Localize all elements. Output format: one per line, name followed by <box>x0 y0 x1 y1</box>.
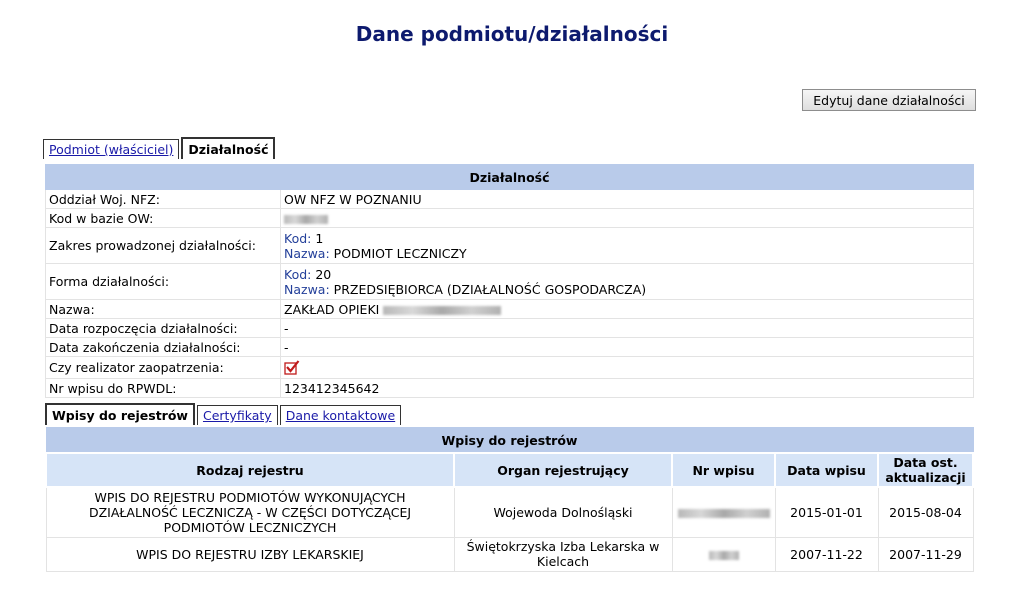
row-rodzaj: WPIS DO REJESTRU IZBY LEKARSKIEJ <box>45 536 455 572</box>
rpwdl-value: 123412345642 <box>280 378 974 398</box>
oddzial-label: Oddział Woj. NFZ: <box>45 189 281 209</box>
checkbox-checked-icon <box>284 360 300 375</box>
row-nr-wpisu <box>671 486 776 538</box>
kod-ow-value <box>280 208 974 228</box>
row-data-wpisu: 2007-11-22 <box>774 536 879 572</box>
data-rozpoczecia-value: - <box>280 318 974 338</box>
activity-table: Działalność Oddział Woj. NFZ: OW NFZ W P… <box>45 164 974 398</box>
row-rodzaj: WPIS DO REJESTRU PODMIOTÓW WYKONUJĄCYCH … <box>45 486 455 538</box>
redacted-nr-wpisu <box>677 508 770 518</box>
row-organ: Wojewoda Dolnośląski <box>453 486 673 538</box>
activity-table-header: Działalność <box>45 164 974 190</box>
zakres-nazwa-value: PODMIOT LECZNICZY <box>333 245 467 261</box>
forma-kod-key: Kod: <box>284 266 312 282</box>
tab-dane-kontaktowe-link[interactable]: Dane kontaktowe <box>286 408 396 423</box>
zakres-nazwa-key: Nazwa: <box>284 245 330 261</box>
registers-table-header: Wpisy do rejestrów <box>45 427 974 454</box>
row-data-aktualizacji: 2007-11-29 <box>877 536 974 572</box>
tab-certyfikaty-link[interactable]: Certyfikaty <box>203 408 272 423</box>
oddzial-value: OW NFZ W POZNANIU <box>280 189 974 209</box>
forma-nazwa-key: Nazwa: <box>284 281 330 297</box>
table-row: WPIS DO REJESTRU IZBY LEKARSKIEJ Świętok… <box>45 536 974 572</box>
row-data-wpisu: 2015-01-01 <box>774 486 879 538</box>
tab-dzialalnosc[interactable]: Działalność <box>181 137 276 159</box>
forma-value: Kod: 20 Nazwa: PRZEDSIĘBIORCA (DZIAŁALNO… <box>280 263 974 300</box>
row-organ: Świętokrzyska Izba Lekarska w Kielcach <box>453 536 673 572</box>
table-row: WPIS DO REJESTRU PODMIOTÓW WYKONUJĄCYCH … <box>45 486 974 538</box>
tab-podmiot[interactable]: Podmiot (właściciel) <box>43 139 180 159</box>
kod-ow-label: Kod w bazie OW: <box>45 208 281 228</box>
redacted-nr-wpisu <box>708 550 739 560</box>
entity-tabs: Podmiot (właściciel) Działalność <box>43 137 277 159</box>
data-rozpoczecia-label: Data rozpoczęcia działalności: <box>45 318 281 338</box>
edit-activity-button[interactable]: Edytuj dane działalności <box>802 89 976 111</box>
tab-certyfikaty[interactable]: Certyfikaty <box>196 405 278 425</box>
tab-podmiot-link[interactable]: Podmiot (właściciel) <box>49 142 173 157</box>
forma-nazwa-value: PRZEDSIĘBIORCA (DZIAŁALNOŚĆ GOSPODARCZA) <box>333 281 647 297</box>
col-organ: Organ rejestrujący <box>453 452 673 488</box>
forma-kod-value: 20 <box>315 266 332 282</box>
zakres-kod-value: 1 <box>315 230 324 246</box>
zakres-label: Zakres prowadzonej działalności: <box>45 227 281 264</box>
col-rodzaj: Rodzaj rejestru <box>45 452 455 488</box>
col-data-wpisu: Data wpisu <box>774 452 879 488</box>
data-zakonczenia-label: Data zakończenia działalności: <box>45 337 281 357</box>
realizator-label: Czy realizator zaopatrzenia: <box>45 356 281 379</box>
tab-wpisy[interactable]: Wpisy do rejestrów <box>45 403 195 425</box>
zakres-kod-key: Kod: <box>284 230 312 246</box>
zakres-value: Kod: 1 Nazwa: PODMIOT LECZNICZY <box>280 227 974 264</box>
registers-table: Wpisy do rejestrów Rodzaj rejestru Organ… <box>45 427 974 572</box>
row-data-aktualizacji: 2015-08-04 <box>877 486 974 538</box>
nazwa-value: ZAKŁAD OPIEKI <box>284 301 380 317</box>
rpwdl-label: Nr wpisu do RPWDL: <box>45 378 281 398</box>
page-title: Dane podmiotu/działalności <box>355 22 669 46</box>
realizator-value <box>280 356 974 379</box>
data-zakonczenia-value: - <box>280 337 974 357</box>
row-nr-wpisu <box>671 536 776 572</box>
col-data-aktualizacji: Data ost. aktualizacji <box>877 452 974 488</box>
tab-dane-kontaktowe[interactable]: Dane kontaktowe <box>279 405 402 425</box>
nazwa-value-cell: ZAKŁAD OPIEKI <box>280 299 974 319</box>
forma-label: Forma działalności: <box>45 263 281 300</box>
registers-tabs: Wpisy do rejestrów Certyfikaty Dane kont… <box>45 403 403 425</box>
col-nr-wpisu: Nr wpisu <box>671 452 776 488</box>
nazwa-label: Nazwa: <box>45 299 281 319</box>
redacted-kod-ow <box>284 214 328 224</box>
redacted-nazwa <box>383 305 502 315</box>
